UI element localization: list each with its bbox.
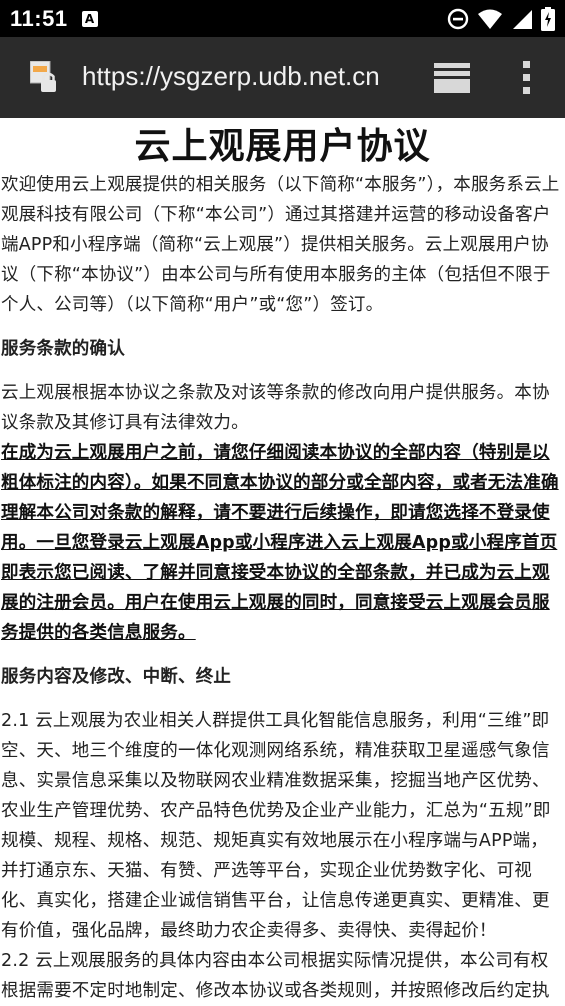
battery-icon [541, 7, 555, 31]
status-icons [447, 7, 555, 31]
do-not-disturb-icon [447, 8, 469, 30]
url-field[interactable]: https://ysgzerp.udb.net.cn [82, 59, 402, 93]
menu-icon[interactable] [518, 59, 534, 97]
section2-paragraph-1: 2.1 云上观展为农业相关人群提供工具化智能信息服务，利用“三维”即空、天、地三… [1, 711, 551, 941]
tabs-icon[interactable] [432, 61, 472, 95]
browser-url-bar: https://ysgzerp.udb.net.cn [0, 37, 565, 118]
signal-icon [513, 10, 532, 29]
site-lock-icon [30, 61, 56, 92]
important-notice: 在成为云上观展用户之前，请您仔细阅读本协议的全部内容（特别是以粗体标注的内容）。… [1, 443, 559, 643]
status-bar: 11:51 A [0, 0, 565, 37]
status-time: 11:51 [10, 5, 68, 31]
section-heading-confirmation: 服务条款的确认 [1, 339, 125, 359]
notification-badge-icon: A [81, 10, 98, 27]
intro-paragraph: 欢迎使用云上观展提供的相关服务（以下简称“本服务”），本服务系云上观展科技有限公… [1, 175, 560, 315]
page-title: 云上观展用户协议 [134, 126, 431, 167]
section-heading-service: 服务内容及修改、中断、终止 [1, 667, 232, 687]
section2-paragraph-2: 2.2 云上观展服务的具体内容由本公司根据实际情况提供，本公司有权根据需要不定时… [1, 951, 550, 1001]
wifi-icon [478, 9, 502, 29]
section1-paragraph: 云上观展根据本协议之条款及对该等条款的修改向用户提供服务。本协议条款及其修订具有… [1, 383, 550, 433]
document-content: 云上观展用户协议 欢迎使用云上观展提供的相关服务（以下简称“本服务”），本服务系… [0, 124, 565, 1006]
